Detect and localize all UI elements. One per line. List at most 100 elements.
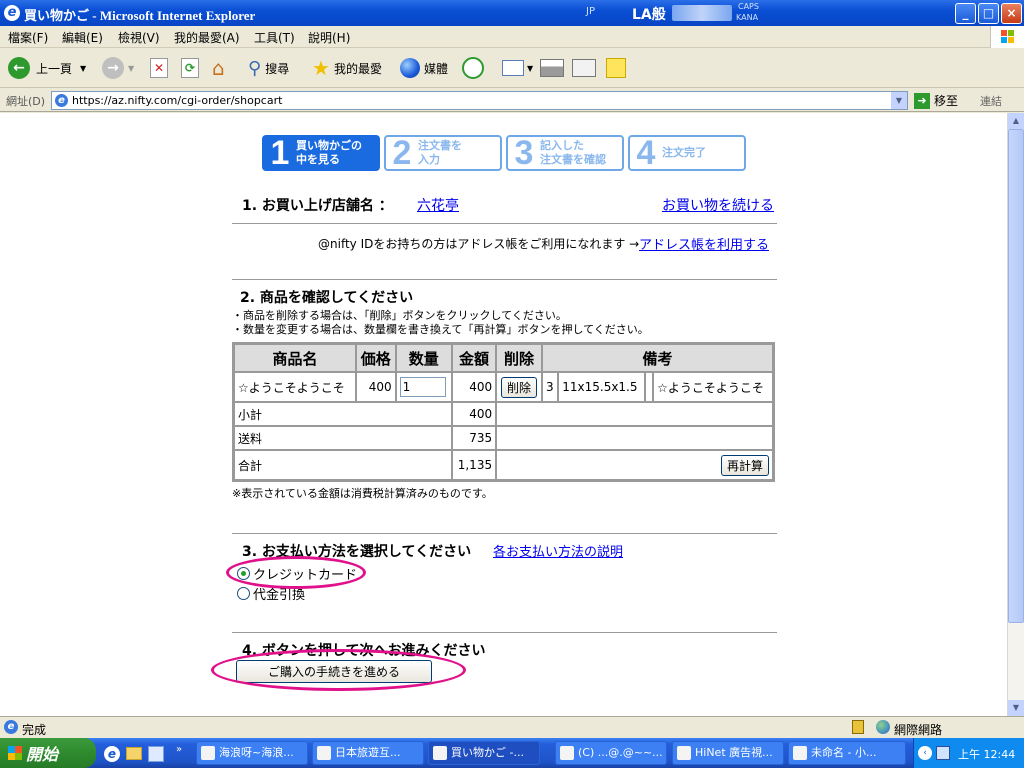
- step-line: 中を見る: [296, 153, 340, 166]
- step-line: 注文書を確認: [540, 153, 606, 166]
- chevron-right-icon[interactable]: »: [176, 744, 182, 755]
- empty-cell: [497, 403, 772, 425]
- menu-view[interactable]: 檢視(V): [118, 29, 160, 46]
- address-book-link[interactable]: アドレス帳を利用する: [639, 234, 769, 253]
- forward-button[interactable]: → ▼: [102, 56, 134, 80]
- taskbar-item[interactable]: 買い物かご -...: [428, 741, 540, 765]
- windows-logo-icon: [990, 26, 1024, 48]
- home-button[interactable]: ⌂: [212, 56, 225, 80]
- stop-button[interactable]: ✕: [150, 56, 168, 80]
- taskbar-item[interactable]: HiNet 廣告視...: [672, 741, 784, 765]
- history-button[interactable]: [462, 56, 484, 80]
- scroll-up-arrow[interactable]: ▲: [1008, 113, 1024, 129]
- refresh-button[interactable]: ⟳: [181, 56, 199, 80]
- lang-indicator[interactable]: JP: [586, 6, 595, 17]
- ie-icon: e: [4, 5, 20, 21]
- subtotal-row: 小計 400: [235, 403, 772, 425]
- network-icon[interactable]: [936, 746, 950, 760]
- app-icon: [433, 746, 447, 760]
- page-icon: e: [55, 94, 68, 107]
- step-2-indicator: 2 注文書を 入力: [384, 135, 502, 171]
- links-label[interactable]: 連結: [980, 93, 1002, 109]
- empty-cell: [497, 427, 772, 449]
- continue-shopping-link[interactable]: お買い物を続ける: [662, 195, 774, 215]
- scroll-down-arrow[interactable]: ▼: [1008, 700, 1024, 716]
- scroll-thumb[interactable]: [1008, 129, 1024, 623]
- minimize-button[interactable]: _: [955, 3, 976, 24]
- back-button[interactable]: ← 上一頁 ▼: [8, 56, 86, 80]
- menu-bar: 檔案(F) 編輯(E) 檢視(V) 我的最愛(A) 工具(T) 說明(H): [0, 26, 1024, 48]
- star-icon: ★: [312, 56, 330, 80]
- chevron-down-icon[interactable]: ▼: [891, 92, 907, 109]
- menu-help[interactable]: 說明(H): [308, 29, 350, 46]
- stop-icon: ✕: [150, 58, 168, 78]
- vertical-scrollbar[interactable]: ▲ ▼: [1007, 113, 1024, 716]
- quantity-cell: 1: [396, 373, 451, 401]
- item-amount: 400: [452, 373, 496, 401]
- taskbar-item[interactable]: 未命名 - 小...: [788, 741, 906, 765]
- quantity-input[interactable]: 1: [399, 377, 446, 397]
- col-header: 価格: [357, 345, 395, 371]
- radio-button[interactable]: [237, 587, 250, 600]
- back-label: 上一頁: [36, 61, 73, 76]
- payment-help-link[interactable]: 各お支払い方法の説明: [493, 541, 623, 560]
- search-label: 搜尋: [265, 61, 290, 76]
- tax-note: ※表示されている金額は消費税計算済みのものです。: [232, 487, 493, 500]
- maximize-button[interactable]: □: [978, 3, 999, 24]
- media-label: 媒體: [424, 61, 449, 76]
- close-button[interactable]: ×: [1001, 3, 1022, 24]
- search-icon: ⚲: [248, 57, 262, 79]
- step-number: 3: [514, 134, 534, 172]
- menu-edit[interactable]: 編輯(E): [62, 29, 103, 46]
- menu-tools[interactable]: 工具(T): [254, 29, 295, 46]
- divider: [232, 533, 777, 534]
- taskbar-item[interactable]: 日本旅遊互...: [312, 741, 424, 765]
- chevron-down-icon[interactable]: ▼: [527, 64, 533, 73]
- favorites-label: 我的最愛: [333, 61, 382, 76]
- folder-quicklaunch-icon[interactable]: [126, 747, 142, 760]
- taskbar-item-label: 買い物かご -...: [451, 746, 524, 759]
- app-icon: [317, 746, 331, 760]
- zone-text: 網際網路: [894, 723, 943, 737]
- address-input[interactable]: e https://az.nifty.com/cgi-order/shopcar…: [51, 91, 908, 110]
- item-size: 11x15.5x1.5: [559, 373, 645, 401]
- total-label: 合計: [235, 451, 451, 479]
- messenger-button[interactable]: [606, 56, 626, 80]
- desktop-quicklaunch-icon[interactable]: [148, 746, 164, 762]
- start-button[interactable]: 開始: [0, 738, 96, 768]
- chevron-down-icon[interactable]: ▼: [80, 64, 86, 73]
- col-header: 削除: [497, 345, 541, 371]
- col-header: 数量: [396, 345, 451, 371]
- taskbar-item-label: 海浪呀~海浪...: [219, 746, 294, 759]
- refresh-icon: ⟳: [181, 58, 199, 78]
- ime-tool-icons[interactable]: [672, 5, 732, 21]
- menu-favorites[interactable]: 我的最愛(A): [174, 29, 240, 46]
- taskbar-item-label: HiNet 廣告視...: [695, 746, 773, 759]
- delete-button[interactable]: 削除: [501, 376, 538, 398]
- recalculate-button[interactable]: 再計算: [720, 454, 769, 476]
- shop-name-link[interactable]: 六花亭: [417, 195, 459, 215]
- clock[interactable]: 上午 12:44: [958, 746, 1015, 762]
- print-button[interactable]: [540, 56, 564, 80]
- media-button[interactable]: 媒體: [400, 56, 448, 80]
- cart-table: 商品名 価格 数量 金額 削除 備考 ☆ようこそようこそ 400 1 400 削…: [232, 342, 775, 482]
- search-button[interactable]: ⚲ 搜尋: [248, 56, 289, 80]
- go-button[interactable]: ➜ 移至: [914, 91, 958, 110]
- delete-cell: 削除: [497, 373, 541, 401]
- taskbar-item[interactable]: (C) ...@.@~~...: [555, 741, 667, 765]
- item-name: ☆ようこそようこそ: [235, 373, 355, 401]
- menu-file[interactable]: 檔案(F): [8, 29, 48, 46]
- step-3-indicator: 3 記入した 注文書を確認: [506, 135, 624, 171]
- lock-icon: [852, 720, 864, 734]
- ie-quicklaunch-icon[interactable]: e: [104, 746, 120, 762]
- favorites-button[interactable]: ★ 我的最愛: [312, 56, 382, 80]
- chevron-down-icon[interactable]: ▼: [128, 64, 134, 73]
- item-price: 400: [357, 373, 395, 401]
- ime-bar[interactable]: LA般: [632, 4, 666, 24]
- mail-button[interactable]: ▼: [502, 56, 533, 80]
- status-bar: e 完成 網際網路: [0, 716, 1024, 738]
- step-number: 2: [392, 134, 412, 172]
- taskbar-item[interactable]: 海浪呀~海浪...: [196, 741, 308, 765]
- tray-arrow-icon[interactable]: ‹: [918, 746, 932, 760]
- edit-button[interactable]: [572, 56, 596, 80]
